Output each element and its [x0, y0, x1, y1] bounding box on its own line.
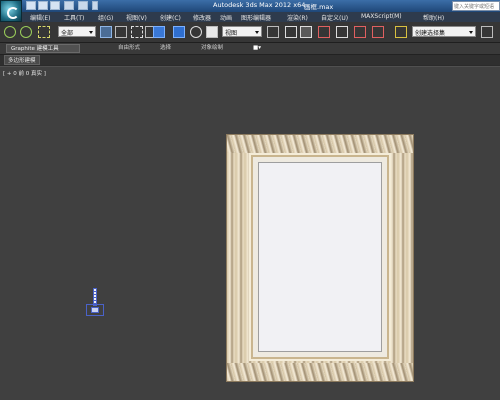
app-logo-icon[interactable] — [0, 0, 22, 22]
gizmo-core — [91, 307, 99, 313]
title-bar: Autodesk 3ds Max 2012 x64 画框.max 键入关键字或短… — [0, 0, 500, 12]
transform-gizmo-icon[interactable] — [84, 288, 106, 318]
picture-frame-object[interactable] — [226, 134, 414, 382]
selection-filter-dropdown[interactable]: 全部 — [58, 26, 96, 37]
ribbon-options-icon[interactable]: ■▾ — [253, 44, 261, 53]
select-by-name-icon[interactable] — [115, 26, 127, 38]
menu-customize[interactable]: 自定义(U) — [321, 13, 348, 22]
bind-space-warp-icon[interactable] — [38, 26, 50, 38]
frame-top-molding — [227, 135, 413, 153]
dropdown-icon[interactable] — [92, 1, 98, 10]
frame-canvas — [258, 162, 382, 352]
ribbon-subtab-bar: 多边形建模 — [0, 55, 500, 65]
undo-icon[interactable] — [64, 1, 74, 10]
named-selection-dropdown[interactable]: 创建选择集 — [412, 26, 476, 37]
reference-coord-dropdown[interactable]: 视图 — [222, 26, 262, 37]
menu-create[interactable]: 创建(C) — [160, 13, 181, 22]
viewport-label[interactable]: [ + 0 前 0 真实 ] — [3, 69, 46, 77]
app-title: Autodesk 3ds Max 2012 x64 — [213, 1, 306, 9]
link-icon[interactable] — [4, 26, 16, 38]
save-icon[interactable] — [50, 1, 60, 10]
select-move-icon[interactable] — [153, 26, 165, 38]
frame-inner-border — [251, 155, 389, 359]
tab-object-paint[interactable]: 对象绘制 — [201, 44, 223, 53]
tab-graphite-modeling[interactable]: Graphite 建模工具 — [6, 44, 80, 53]
menu-help[interactable]: 帮助(H) — [423, 13, 444, 22]
menu-animation[interactable]: 动画 — [220, 13, 232, 22]
menu-views[interactable]: 视图(V) — [126, 13, 147, 22]
file-name: 画框.max — [304, 3, 334, 11]
select-scale-icon[interactable] — [190, 26, 202, 38]
search-input[interactable]: 键入关键字或短语 — [452, 1, 500, 11]
open-icon[interactable] — [38, 1, 48, 10]
menu-modifiers[interactable]: 修改器 — [193, 13, 211, 22]
keyboard-shortcut-icon[interactable] — [300, 26, 312, 38]
select-manipulate-icon[interactable] — [285, 26, 297, 38]
mirror-icon[interactable] — [481, 26, 493, 38]
redo-icon[interactable] — [78, 1, 88, 10]
menu-edit[interactable]: 编辑(E) — [30, 13, 50, 22]
front-viewport[interactable]: [ + 0 前 0 真实 ] — [0, 66, 500, 400]
pivot-center-icon[interactable] — [267, 26, 279, 38]
menu-maxscript[interactable]: MAXScript(M) — [361, 13, 402, 20]
spinner-snap-icon[interactable] — [372, 26, 384, 38]
rectangular-selection-icon[interactable] — [131, 26, 143, 38]
new-icon[interactable] — [26, 1, 36, 10]
snaps-toggle-icon[interactable] — [318, 26, 330, 38]
percent-snap-icon[interactable] — [354, 26, 366, 38]
frame-bottom-molding — [227, 363, 413, 381]
angle-snap-icon[interactable] — [336, 26, 348, 38]
tab-selection[interactable]: 选择 — [160, 44, 171, 53]
menu-tools[interactable]: 工具(T) — [64, 13, 84, 22]
unlink-icon[interactable] — [20, 26, 32, 38]
menu-graph-editors[interactable]: 图形编辑器 — [241, 13, 271, 22]
ribbon-tabs: Graphite 建模工具 自由形式 选择 对象绘制 ■▾ — [0, 43, 500, 55]
tab-polygon-modeling[interactable]: 多边形建模 — [4, 55, 40, 65]
edit-named-selection-icon[interactable] — [395, 26, 407, 38]
menu-group[interactable]: 组(G) — [98, 13, 113, 22]
menu-rendering[interactable]: 渲染(R) — [287, 13, 308, 22]
main-toolbar: 全部 视图 创建选择集 — [0, 22, 500, 43]
scale-icon[interactable] — [206, 26, 218, 38]
select-rotate-icon[interactable] — [173, 26, 185, 38]
select-object-icon[interactable] — [100, 26, 112, 38]
tab-freeform[interactable]: 自由形式 — [118, 44, 140, 53]
